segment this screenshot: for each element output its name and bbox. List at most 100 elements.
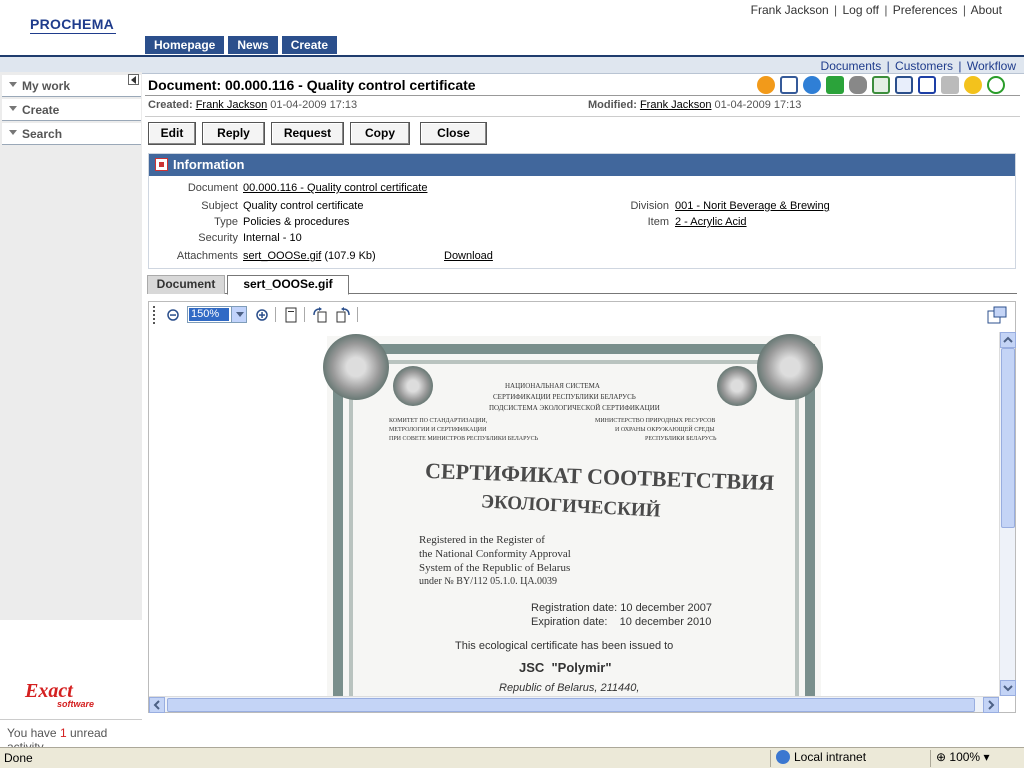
request-button[interactable]: Request — [271, 122, 344, 145]
sub-link-documents[interactable]: Documents — [821, 59, 882, 73]
print-icon[interactable] — [941, 76, 959, 94]
horizontal-scroll-thumb[interactable] — [167, 698, 975, 712]
created-at: 01-04-2009 17:13 — [270, 99, 358, 111]
cert-right-line: И ОХРАНЫ ОКРУЖАЮЩЕЙ СРЕДЫ — [615, 427, 715, 433]
info-icon[interactable] — [826, 76, 844, 94]
word-icon[interactable] — [918, 76, 936, 94]
cert-registry-line: System of the Republic of Belarus — [419, 562, 571, 574]
browser-zoom-level[interactable]: ⊕ 100% ▾ — [936, 750, 989, 764]
nav-create[interactable]: Create — [281, 36, 338, 54]
ornament-corner — [393, 366, 433, 406]
status-separator — [770, 750, 771, 767]
user-name-link[interactable]: Frank Jackson — [751, 3, 829, 17]
scroll-down-icon[interactable] — [1000, 680, 1016, 696]
subject-label: Subject — [201, 200, 238, 212]
division-link[interactable]: 001 - Norit Beverage & Brewing — [675, 200, 830, 212]
zoom-out-icon[interactable] — [165, 307, 181, 323]
expand-triangle-icon — [9, 82, 17, 87]
copy-button[interactable]: Copy — [350, 122, 410, 145]
nav-news[interactable]: News — [228, 36, 278, 54]
go-arrow-icon[interactable] — [757, 76, 775, 94]
help-icon[interactable] — [987, 76, 1005, 94]
zoom-in-icon[interactable] — [254, 307, 270, 323]
intranet-globe-icon — [776, 750, 790, 764]
cert-left-line: ПРИ СОВЕТЕ МИНИСТРОВ РЕСПУБЛИКИ БЕЛАРУСЬ — [389, 436, 539, 442]
expand-triangle-icon — [9, 130, 17, 135]
subject-value: Quality control certificate — [243, 200, 364, 212]
scroll-right-icon[interactable] — [983, 697, 999, 713]
type-label: Type — [214, 216, 238, 228]
vertical-scroll-thumb[interactable] — [1001, 348, 1015, 528]
collapse-sidebar-icon[interactable] — [128, 74, 139, 85]
attachment-entry: sert_OOOSe.gif (107.9 Kb) — [243, 250, 376, 262]
sidebar-item-search[interactable]: Search — [2, 123, 141, 145]
refresh-icon[interactable] — [803, 76, 821, 94]
sidebar-item-label: My work — [22, 79, 71, 93]
log-off-link[interactable]: Log off — [843, 3, 879, 17]
vertical-scrollbar[interactable] — [999, 332, 1016, 696]
chevron-down-icon[interactable] — [231, 307, 246, 322]
browser-status-bar: Done Local intranet ⊕ 100% ▾ — [0, 747, 1024, 768]
reply-button[interactable]: Reply — [202, 122, 265, 145]
separator: | — [884, 3, 888, 17]
cert-company: JSC "Polymir" — [519, 660, 612, 675]
unread-activity[interactable]: You have 1 unread activity — [0, 719, 142, 754]
sidebar-item-create[interactable]: Create — [2, 99, 141, 121]
item-link[interactable]: 2 - Acrylic Acid — [675, 216, 747, 228]
created-label: Created: — [148, 99, 193, 111]
sidebar-item-label: Search — [22, 127, 63, 141]
tab-attachment-file[interactable]: sert_OOOSe.gif — [227, 275, 349, 295]
document-tabs: Document sert_OOOSe.gif — [147, 275, 1017, 295]
favorite-star-icon[interactable] — [964, 76, 982, 94]
modified-by-link[interactable]: Frank Jackson — [640, 99, 712, 111]
zoom-level-value: 100% — [949, 750, 981, 764]
attachment-size: (107.9 Kb) — [324, 250, 376, 262]
created-by-link[interactable]: Frank Jackson — [196, 99, 268, 111]
cert-expiration-date: Expiration date: 10 december 2010 — [531, 616, 712, 628]
document-link[interactable]: 00.000.116 - Quality control certificate — [243, 182, 427, 194]
cert-address: Republic of Belarus, 211440, — [499, 682, 640, 694]
scroll-left-icon[interactable] — [149, 697, 165, 713]
calendar-icon[interactable] — [780, 76, 798, 94]
edit-button[interactable]: Edit — [148, 122, 196, 145]
attachment-file-link[interactable]: sert_OOOSe.gif — [243, 250, 321, 262]
about-link[interactable]: About — [971, 3, 1002, 17]
type-value: Policies & procedures — [243, 216, 350, 228]
horizontal-scrollbar[interactable] — [149, 696, 999, 713]
magnifier-icon: ⊕ — [936, 750, 947, 764]
image-viewer: 150% НАЦИОНАЛЬНАЯ СИСТЕМА СЕРТИФИКАЦИИ Р… — [148, 301, 1016, 713]
user-links: Frank Jackson | Log off | Preferences | … — [751, 3, 1002, 17]
sub-link-customers[interactable]: Customers — [895, 59, 953, 73]
security-label: Security — [198, 232, 238, 244]
toolbar-grip[interactable] — [153, 306, 155, 324]
nav-homepage[interactable]: Homepage — [145, 36, 225, 54]
information-header: Information — [149, 154, 1015, 176]
scroll-up-icon[interactable] — [1000, 332, 1016, 348]
zoom-select[interactable]: 150% — [187, 306, 247, 323]
copy-window-icon[interactable] — [895, 76, 913, 94]
prochema-logo[interactable]: PROCHEMA — [30, 16, 114, 32]
sub-link-workflow[interactable]: Workflow — [967, 59, 1016, 73]
sidebar-item-my-work[interactable]: My work — [2, 75, 141, 97]
certificate-image: НАЦИОНАЛЬНАЯ СИСТЕМА СЕРТИФИКАЦИИ РЕСПУБ… — [323, 334, 823, 696]
document-toolbar — [757, 76, 1005, 94]
exact-software-logo: Exact software — [25, 680, 125, 712]
tab-document[interactable]: Document — [147, 275, 225, 294]
sidebar-background — [0, 72, 142, 620]
chevron-down-icon: ▾ — [983, 750, 990, 764]
zone-label: Local intranet — [794, 750, 867, 764]
preferences-link[interactable]: Preferences — [893, 3, 958, 17]
checklist-icon[interactable] — [872, 76, 890, 94]
logo-underline — [30, 33, 116, 34]
certificate-image-area[interactable]: НАЦИОНАЛЬНАЯ СИСТЕМА СЕРТИФИКАЦИИ РЕСПУБ… — [149, 332, 999, 696]
rotate-left-icon[interactable] — [335, 307, 351, 323]
download-link[interactable]: Download — [444, 250, 493, 262]
fullscreen-icon[interactable] — [987, 306, 1007, 324]
sub-links: Documents | Customers | Workflow — [821, 59, 1016, 73]
expand-triangle-icon — [9, 106, 17, 111]
rotate-right-icon[interactable] — [312, 307, 328, 323]
close-button[interactable]: Close — [420, 122, 487, 145]
fit-page-icon[interactable] — [283, 307, 299, 323]
zoom-value: 150% — [189, 308, 229, 321]
database-icon[interactable] — [849, 76, 867, 94]
